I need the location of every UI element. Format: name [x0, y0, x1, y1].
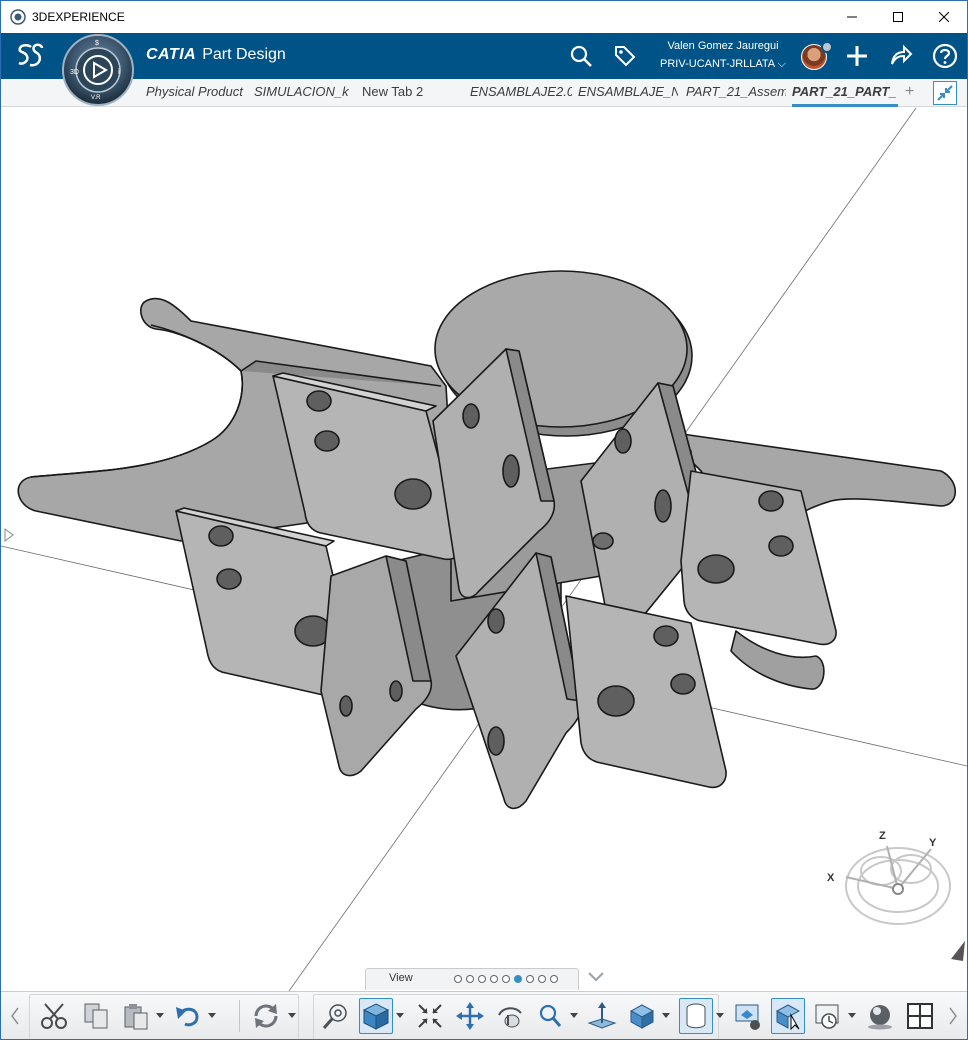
- 3d-part-model[interactable]: [17, 270, 956, 810]
- search-icon[interactable]: [567, 42, 595, 70]
- minimize-icon[interactable]: [829, 1, 875, 33]
- 3ds-logo-icon[interactable]: [15, 41, 45, 76]
- section-dot[interactable]: [466, 975, 474, 983]
- tenant-name[interactable]: PRIV-UCANT-JRLLATA ⌵: [653, 57, 793, 71]
- app-name: Part Design: [202, 46, 286, 63]
- update-dropdown-icon[interactable]: [287, 1004, 297, 1028]
- tab-ensamblaje-n[interactable]: ENSAMBLAJE_N: [578, 79, 678, 107]
- section-label: View: [389, 972, 413, 984]
- compass-vr-label: V.R: [91, 95, 101, 101]
- undo-icon[interactable]: [171, 998, 205, 1034]
- status-dot: [821, 41, 833, 53]
- window-titlebar: 3DEXPERIENCE: [1, 1, 967, 33]
- section-selector[interactable]: View: [365, 968, 579, 990]
- paste-dropdown-icon[interactable]: [155, 1004, 165, 1028]
- application-window: 3DEXPERIENCE 3D V.R i $ CATIA Part Desig…: [0, 0, 968, 1040]
- compass-button[interactable]: 3D V.R i $: [61, 33, 135, 107]
- user-name: Valen Gomez Jauregui: [667, 40, 779, 52]
- pan-icon[interactable]: [453, 998, 487, 1034]
- window-title: 3DEXPERIENCE: [32, 10, 125, 24]
- section-dots[interactable]: [454, 975, 558, 983]
- iso-view-dropdown-icon[interactable]: [395, 1004, 405, 1028]
- section-dot-active[interactable]: [514, 975, 522, 983]
- paste-icon[interactable]: [119, 998, 153, 1034]
- iso-view-icon[interactable]: [359, 998, 393, 1034]
- tab-new-tab-2[interactable]: New Tab 2: [362, 79, 442, 107]
- zoom-icon[interactable]: [533, 998, 567, 1034]
- help-icon[interactable]: [931, 42, 959, 70]
- svg-text:i: i: [118, 67, 120, 76]
- axis-z-label: Z: [879, 830, 886, 842]
- svg-text:$: $: [95, 40, 99, 47]
- section-dot[interactable]: [502, 975, 510, 983]
- update-icon[interactable]: [249, 998, 283, 1034]
- compass-3d-label: 3D: [70, 69, 79, 76]
- cylinder-dropdown-icon[interactable]: [715, 1004, 725, 1028]
- section-dot[interactable]: [538, 975, 546, 983]
- tag-icon[interactable]: [611, 42, 639, 70]
- section-dot[interactable]: [526, 975, 534, 983]
- tab-ensamblaje-2[interactable]: ENSAMBLAJE2.0: [470, 79, 572, 107]
- rotate-icon[interactable]: [493, 998, 527, 1034]
- tab-part21-assem[interactable]: PART_21_Assem: [686, 79, 786, 107]
- action-bar: [1, 991, 967, 1039]
- zoom-dropdown-icon[interactable]: [569, 1004, 579, 1028]
- user-menu[interactable]: Valen Gomez Jauregui PRIV-UCANT-JRLLATA …: [653, 39, 793, 71]
- app-title: CATIA Part Design: [146, 46, 286, 64]
- copy-icon[interactable]: [79, 998, 113, 1034]
- add-tab-icon[interactable]: +: [905, 79, 914, 107]
- cylinder-icon[interactable]: [679, 998, 713, 1034]
- section-dot[interactable]: [454, 975, 462, 983]
- visibility-icon[interactable]: [771, 998, 805, 1034]
- viewport-corner-arrow-icon[interactable]: [951, 941, 965, 961]
- section-dot[interactable]: [478, 975, 486, 983]
- capture-dropdown-icon[interactable]: [847, 1004, 857, 1028]
- scroll-right-icon[interactable]: [941, 998, 965, 1034]
- axis-x-label: X: [827, 872, 835, 884]
- app-brand: CATIA: [146, 46, 197, 63]
- normal-view-icon[interactable]: [585, 998, 619, 1034]
- section-dot[interactable]: [550, 975, 558, 983]
- scroll-left-icon[interactable]: [3, 998, 27, 1034]
- maximize-icon[interactable]: [875, 1, 921, 33]
- close-icon[interactable]: [921, 1, 967, 33]
- fly-icon[interactable]: [319, 998, 353, 1034]
- shading-icon[interactable]: [625, 998, 659, 1034]
- layout-icon[interactable]: [903, 998, 937, 1034]
- tab-part21-part[interactable]: PART_21_PART_: [792, 79, 898, 107]
- fit-all-icon[interactable]: [413, 998, 447, 1034]
- add-icon[interactable]: [843, 42, 871, 70]
- shading-dropdown-icon[interactable]: [661, 1004, 671, 1028]
- tab-bar: Physical Product SIMULACION_k New Tab 2 …: [1, 79, 967, 107]
- undo-dropdown-icon[interactable]: [207, 1004, 217, 1028]
- axis-y-label: Y: [929, 837, 937, 849]
- collapse-icon[interactable]: [933, 81, 957, 105]
- chevron-down-icon: ⌵: [777, 58, 786, 70]
- tab-physical-product[interactable]: Physical Product: [146, 79, 248, 107]
- ambience-icon[interactable]: [863, 998, 897, 1034]
- section-dot[interactable]: [490, 975, 498, 983]
- capture-icon[interactable]: [811, 998, 845, 1034]
- share-icon[interactable]: [887, 42, 915, 70]
- render-icon[interactable]: [731, 998, 765, 1034]
- cut-icon[interactable]: [37, 998, 71, 1034]
- section-collapse-icon[interactable]: [587, 970, 605, 989]
- tab-simulacion[interactable]: SIMULACION_k: [254, 79, 350, 107]
- app-icon: [10, 9, 26, 25]
- 3d-viewport[interactable]: Z Y X: [1, 108, 967, 991]
- orientation-compass[interactable]: Z Y X: [827, 830, 951, 925]
